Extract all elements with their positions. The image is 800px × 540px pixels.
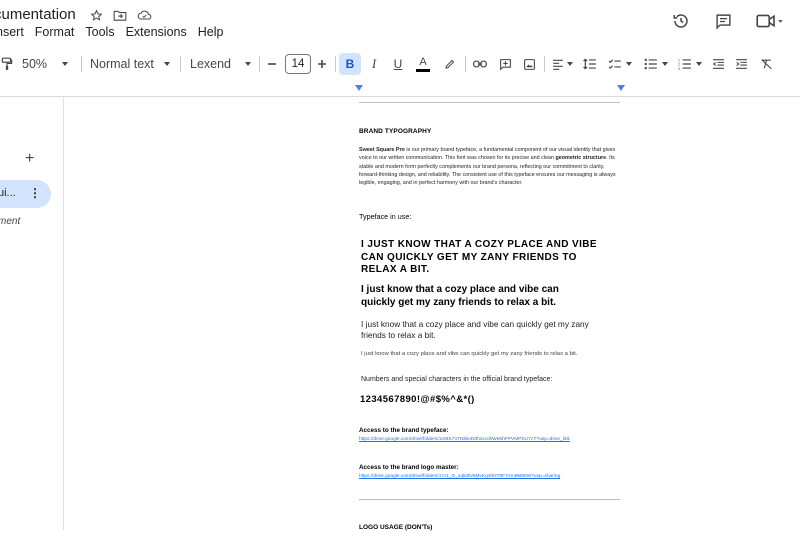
color-swatch <box>416 68 430 72</box>
comment-icon[interactable] <box>712 10 734 32</box>
svg-text:1: 1 <box>678 59 680 63</box>
chevron-down-icon <box>62 62 69 66</box>
heading-brand-typography: BRAND TYPOGRAPHY <box>359 128 432 135</box>
decrease-indent-icon[interactable] <box>708 52 728 76</box>
highlight-icon[interactable] <box>440 52 460 76</box>
divider <box>465 56 466 72</box>
increase-indent-icon[interactable] <box>731 52 751 76</box>
intro-paragraph: Sweet Square Pro is our primary brand ty… <box>359 146 621 187</box>
chevron-down-icon <box>696 62 702 66</box>
divider <box>259 56 260 72</box>
indent-marker-right[interactable] <box>617 85 625 91</box>
divider <box>180 56 181 72</box>
divider <box>335 56 336 72</box>
style-select[interactable]: Normal text <box>90 52 172 76</box>
bold-button[interactable]: B <box>339 52 361 76</box>
typeface-label: Typeface in use: <box>359 212 412 221</box>
sidebar-divider <box>63 97 64 530</box>
sample-light: I just know that a cozy place and vibe c… <box>361 351 578 357</box>
checklist-select[interactable] <box>604 52 636 76</box>
logo-link[interactable]: https://drive.google.com/drive/folders/1… <box>359 473 621 480</box>
text-color-icon: A <box>419 55 427 68</box>
text-color-button[interactable]: A <box>413 52 433 76</box>
indent-marker-left[interactable] <box>355 85 363 91</box>
menu-help[interactable]: Help <box>198 25 224 39</box>
toolbar-divider <box>0 96 800 97</box>
insert-image-icon[interactable] <box>519 52 539 76</box>
svg-text:2: 2 <box>678 63 680 67</box>
access-typeface-label: Access to the brand typeface: <box>359 427 449 434</box>
underline-icon: U <box>393 57 403 71</box>
svg-text:3: 3 <box>678 67 680 70</box>
menu-bar: nsert Format Tools Extensions Help <box>0 25 223 39</box>
divider <box>359 102 620 103</box>
typeface-link[interactable]: https://drive.google.com/drive/folders/1… <box>359 436 621 443</box>
bold-icon: B <box>339 53 361 75</box>
align-select[interactable] <box>549 52 575 76</box>
doc-title[interactable]: cumentation <box>0 6 76 23</box>
chevron-down-icon <box>245 62 252 66</box>
access-logo-label: Access to the brand logo master: <box>359 464 459 471</box>
sample-bold: I just know that a cozy place and vibe c… <box>361 284 559 308</box>
outline-tab-label[interactable]: ui... <box>0 187 16 199</box>
clear-formatting-icon[interactable] <box>756 52 776 76</box>
increase-font-size-button[interactable] <box>314 52 330 76</box>
numbered-list-select[interactable]: 123 <box>675 52 705 76</box>
outline-comment: ment <box>0 216 21 227</box>
zoom-value: 50% <box>22 57 48 71</box>
line-spacing-icon[interactable] <box>580 52 600 76</box>
font-size-value: 14 <box>285 54 311 74</box>
title-bar: cumentation nsert Format Tools Extension… <box>0 0 800 46</box>
toolbar: 50% Normal text Lexend 14 B I U A 1 2 3 <box>0 52 800 76</box>
video-icon[interactable] <box>754 10 786 32</box>
italic-button[interactable]: I <box>364 52 384 76</box>
add-tab-icon[interactable]: + <box>25 150 34 168</box>
ruler <box>0 83 800 95</box>
decrease-font-size-button[interactable] <box>264 52 280 76</box>
chevron-down-icon <box>566 62 573 66</box>
folder-move-icon[interactable] <box>112 7 128 23</box>
font-select[interactable]: Lexend <box>190 52 252 76</box>
sample-regular: I just know that a cozy place and vibe c… <box>361 319 589 340</box>
underline-button[interactable]: U <box>388 52 408 76</box>
chevron-down-icon <box>662 62 668 66</box>
divider <box>359 499 620 500</box>
divider <box>544 56 545 72</box>
heading-logo-usage: LOGO USAGE (DON'Ts) <box>359 524 433 531</box>
chevron-down-icon <box>626 62 632 66</box>
history-icon[interactable] <box>670 10 692 32</box>
cloud-icon[interactable] <box>136 7 152 23</box>
menu-tools[interactable]: Tools <box>85 25 114 39</box>
chevron-down-icon <box>163 62 170 66</box>
add-comment-icon[interactable] <box>495 52 515 76</box>
sample-caps: I just know that a cozy place and vibe c… <box>361 239 597 275</box>
font-value: Lexend <box>190 57 232 71</box>
more-options-icon[interactable]: ⋮ <box>29 186 41 200</box>
digits-sample: 1234567890!@#$%^&*() <box>360 394 475 405</box>
italic-icon: I <box>371 56 377 71</box>
paint-format-icon[interactable] <box>0 52 14 76</box>
font-size-input[interactable]: 14 <box>285 52 311 76</box>
numbers-label: Numbers and special characters in the of… <box>361 376 553 383</box>
link-icon[interactable] <box>470 52 490 76</box>
menu-format[interactable]: Format <box>35 25 75 39</box>
intro-bold-text: geometric structure <box>555 155 607 162</box>
star-icon[interactable] <box>88 7 104 23</box>
divider <box>81 56 82 72</box>
menu-insert[interactable]: nsert <box>0 25 24 39</box>
style-value: Normal text <box>90 57 154 71</box>
intro-bold-text: Sweet Square Pro <box>359 147 405 153</box>
zoom-select[interactable]: 50% <box>22 52 74 76</box>
bulleted-list-select[interactable] <box>641 52 671 76</box>
menu-extensions[interactable]: Extensions <box>126 25 187 39</box>
